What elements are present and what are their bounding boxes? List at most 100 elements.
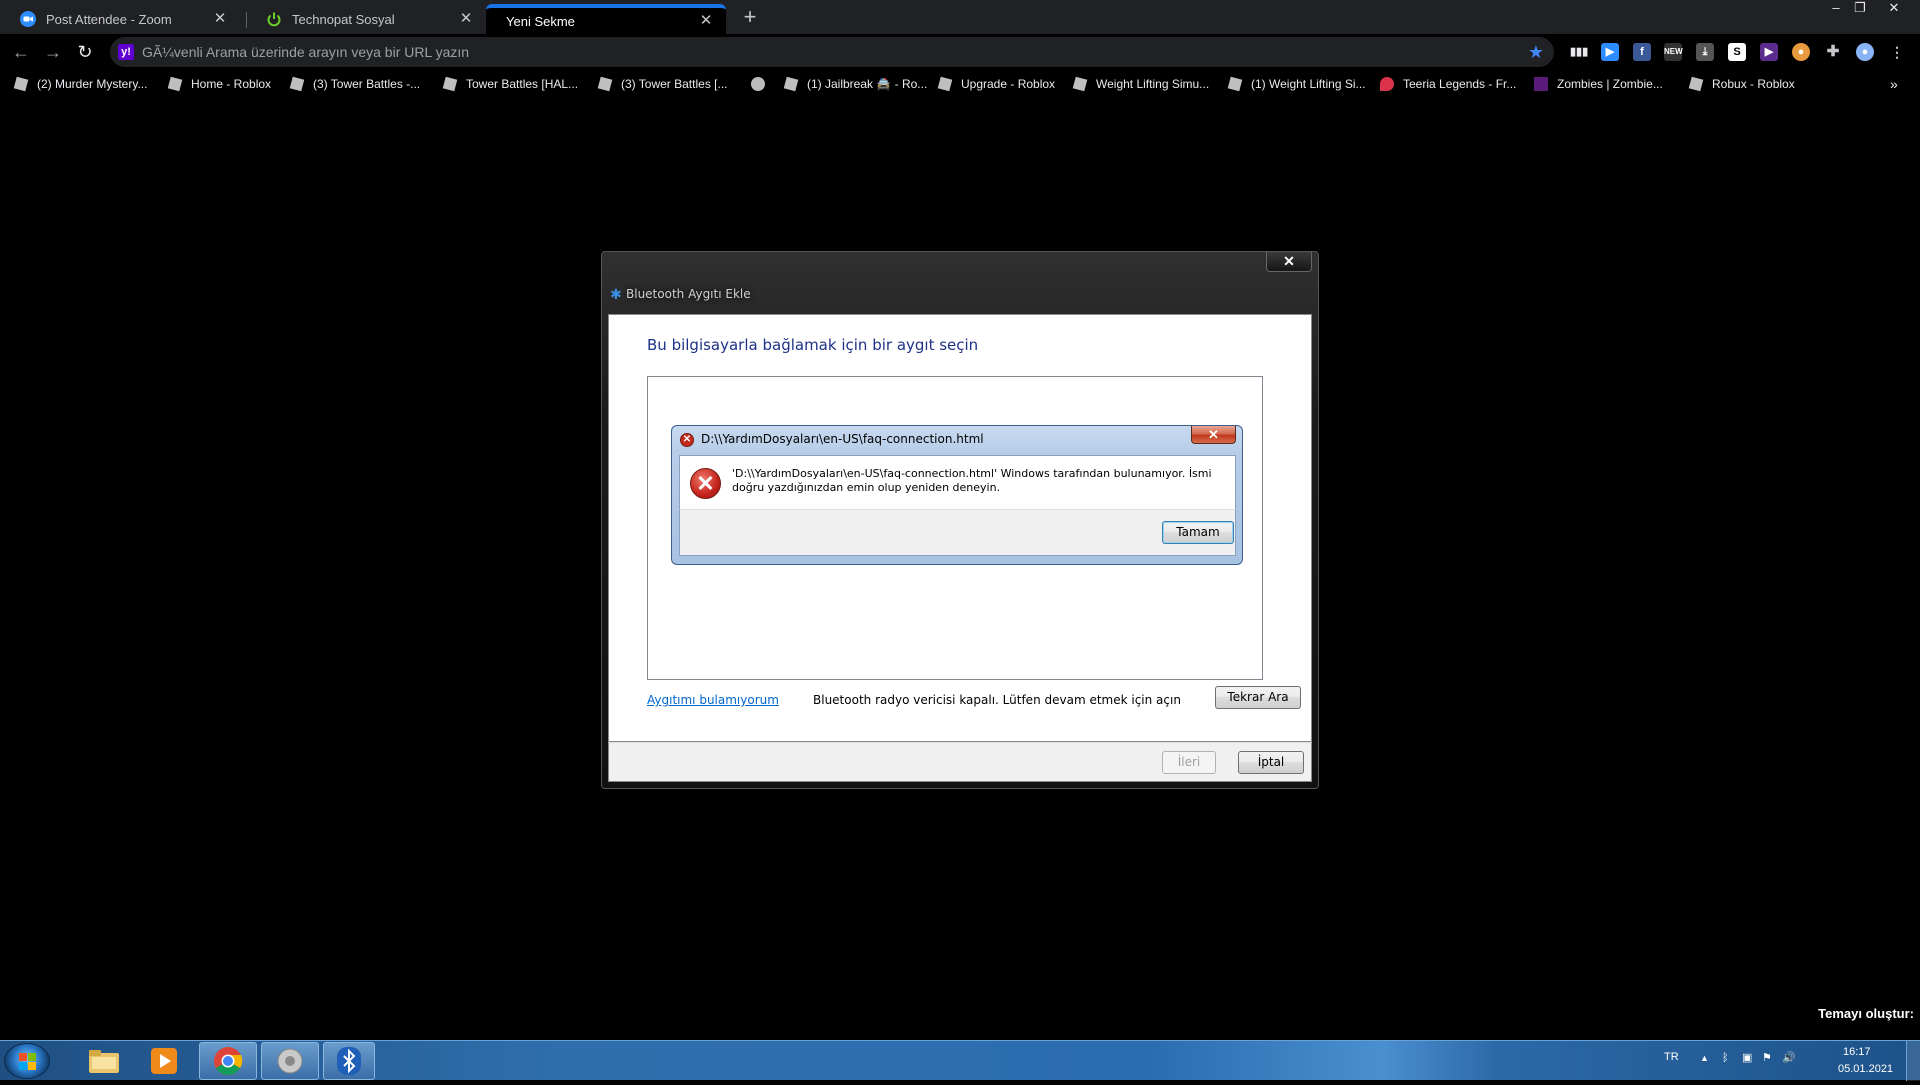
bookmark-item[interactable]: (2) Murder Mystery... xyxy=(13,74,148,94)
bookmark-item[interactable]: (1) Jailbreak 🚔 - Ro... xyxy=(783,74,928,94)
error-dialog-title: D:\\YardımDosyaları\en-US\faq-connection… xyxy=(701,432,984,446)
cant-find-device-link[interactable]: Aygıtımı bulamıyorum xyxy=(647,693,779,707)
tab-new-tab[interactable]: Yeni Sekme ✕ xyxy=(486,4,726,34)
back-icon[interactable]: ← xyxy=(7,40,35,64)
chrome-taskbar-button[interactable] xyxy=(199,1042,257,1080)
tab-technopat[interactable]: Technopat Sosyal ✕ xyxy=(246,4,486,34)
video-extension-icon[interactable]: ▶ xyxy=(1760,43,1778,61)
more-bookmarks-chevron-icon[interactable]: » xyxy=(1890,74,1898,94)
bookmark-label: (1) Weight Lifting Si... xyxy=(1251,77,1366,91)
zombie-icon xyxy=(1534,77,1548,91)
action-center-flag-icon[interactable]: ⚑ xyxy=(1762,1051,1772,1064)
bookmark-item[interactable]: (3) Tower Battles -... xyxy=(289,74,421,94)
bookmark-label: Upgrade - Roblox xyxy=(961,77,1056,91)
honey-extension-icon[interactable]: ● xyxy=(1792,43,1810,61)
bookmark-item[interactable]: (3) Tower Battles [... xyxy=(597,74,728,94)
tab-zoom[interactable]: Post Attendee - Zoom ✕ xyxy=(0,4,240,34)
roblox-icon xyxy=(167,76,183,92)
restore-icon[interactable]: ❐ xyxy=(1848,0,1872,18)
taskbar: TR ▲ ᛒ ▣ ⚑ 🔊 16:17 05.01.2021 xyxy=(0,1040,1920,1081)
forward-icon[interactable]: → xyxy=(39,40,67,64)
bookmark-item[interactable]: Upgrade - Roblox xyxy=(937,74,1056,94)
tab-title: Yeni Sekme xyxy=(506,13,575,29)
error-message: 'D:\\YardımDosyaları\en-US\faq-connectio… xyxy=(732,467,1212,494)
media-player-taskbar-button[interactable] xyxy=(135,1042,193,1080)
new-tab-button[interactable]: + xyxy=(738,6,762,30)
bluetooth-icon xyxy=(337,1047,361,1075)
show-desktop-button[interactable] xyxy=(1906,1041,1920,1081)
bookmark-label: Zombies | Zombie... xyxy=(1557,77,1663,91)
ok-button[interactable]: Tamam xyxy=(1162,521,1234,544)
bluetooth-tray-icon[interactable]: ᛒ xyxy=(1722,1052,1729,1064)
device-icon xyxy=(277,1048,303,1074)
tab-close-icon[interactable]: ✕ xyxy=(212,11,228,27)
explorer-taskbar-button[interactable] xyxy=(75,1042,133,1080)
theme-text: Temayı oluştur: xyxy=(1818,1006,1914,1021)
heart-icon xyxy=(1380,77,1394,91)
bookmark-label: Weight Lifting Simu... xyxy=(1096,77,1210,91)
start-button[interactable] xyxy=(4,1043,50,1079)
error-body: ✕ 'D:\\YardımDosyaları\en-US\faq-connect… xyxy=(679,455,1236,509)
roblox-icon xyxy=(1072,76,1088,92)
address-bar[interactable]: y! GÃ¼venli Arama üzerinde arayın veya b… xyxy=(110,37,1554,67)
audio-extension-icon[interactable]: ▮▮▮ xyxy=(1570,43,1588,61)
bookmark-item[interactable]: Zombies | Zombie... xyxy=(1534,74,1663,94)
tab-title: Technopat Sosyal xyxy=(292,11,395,27)
bluetooth-taskbar-button[interactable] xyxy=(323,1042,375,1080)
tab-strip: Post Attendee - Zoom ✕ Technopat Sosyal … xyxy=(0,0,1920,34)
bookmark-item[interactable] xyxy=(751,74,774,94)
power-icon xyxy=(266,11,282,27)
minimize-icon[interactable]: – xyxy=(1824,0,1848,18)
bookmark-item[interactable]: (1) Weight Lifting Si... xyxy=(1227,74,1366,94)
clock-time[interactable]: 16:17 xyxy=(1843,1046,1871,1058)
tab-title: Post Attendee - Zoom xyxy=(46,11,172,27)
bookmark-label: (1) Jailbreak 🚔 - Ro... xyxy=(807,77,928,91)
bookmark-label: Home - Roblox xyxy=(191,77,272,91)
menu-kebab-icon[interactable]: ⋮ xyxy=(1888,43,1906,61)
bookmark-item[interactable]: Tower Battles [HAL... xyxy=(442,74,578,94)
bookmark-item[interactable]: Teeria Legends - Fr... xyxy=(1380,74,1516,94)
yahoo-icon: y! xyxy=(118,44,134,60)
folder-icon xyxy=(89,1050,119,1073)
error-close-button[interactable]: ✕ xyxy=(1191,426,1236,444)
bookmark-star-icon[interactable]: ★ xyxy=(1528,42,1544,63)
bookmark-label: (3) Tower Battles [... xyxy=(621,77,728,91)
extensions-puzzle-icon[interactable]: ✚ xyxy=(1824,43,1842,61)
s-extension-icon[interactable]: S xyxy=(1728,43,1746,61)
close-button[interactable]: ✕ xyxy=(1266,252,1312,272)
dialog-footer: İleri İptal xyxy=(608,742,1312,782)
tab-close-icon[interactable]: ✕ xyxy=(698,13,714,29)
close-window-icon[interactable]: ✕ xyxy=(1882,0,1906,18)
chrome-icon xyxy=(214,1047,243,1075)
volume-icon[interactable]: 🔊 xyxy=(1782,1051,1796,1064)
bookmark-label: (2) Murder Mystery... xyxy=(37,77,148,91)
bookmark-item[interactable]: Weight Lifting Simu... xyxy=(1072,74,1210,94)
reload-icon[interactable]: ↻ xyxy=(71,40,99,64)
bookmark-label: (3) Tower Battles -... xyxy=(313,77,421,91)
network-icon[interactable]: ▣ xyxy=(1742,1051,1752,1064)
system-tray: TR ▲ ᛒ ▣ ⚑ 🔊 16:17 05.01.2021 xyxy=(1660,1041,1920,1081)
bookmark-label: Teeria Legends - Fr... xyxy=(1403,77,1517,91)
browser-toolbar: ← → ↻ y! GÃ¼venli Arama üzerinde arayın … xyxy=(0,34,1920,70)
pdf-extension-icon[interactable]: ⤓ xyxy=(1696,43,1714,61)
profile-avatar[interactable]: ● xyxy=(1856,43,1874,61)
zoom-extension-icon[interactable]: ▶ xyxy=(1601,43,1619,61)
clock-date[interactable]: 05.01.2021 xyxy=(1838,1063,1893,1075)
bookmark-item[interactable]: Home - Roblox xyxy=(167,74,272,94)
bookmark-label: Robux - Roblox xyxy=(1712,77,1795,91)
show-hidden-icons-icon[interactable]: ▲ xyxy=(1700,1053,1709,1063)
next-button[interactable]: İleri xyxy=(1162,751,1216,774)
device-taskbar-button[interactable] xyxy=(261,1042,319,1080)
new-extension-icon[interactable]: NEW xyxy=(1664,43,1683,61)
facebook-extension-icon[interactable]: f xyxy=(1633,43,1651,61)
language-indicator[interactable]: TR xyxy=(1664,1051,1679,1063)
roblox-icon xyxy=(783,76,799,92)
roblox-icon xyxy=(442,76,458,92)
search-again-button[interactable]: Tekrar Ara xyxy=(1215,686,1301,709)
bookmark-item[interactable]: Robux - Roblox xyxy=(1688,74,1795,94)
globe-icon xyxy=(751,77,765,91)
roblox-icon xyxy=(937,76,953,92)
cancel-button[interactable]: İptal xyxy=(1238,751,1304,774)
tab-close-icon[interactable]: ✕ xyxy=(458,11,474,27)
error-dialog: ✕ D:\\YardımDosyaları\en-US\faq-connecti… xyxy=(671,425,1243,565)
